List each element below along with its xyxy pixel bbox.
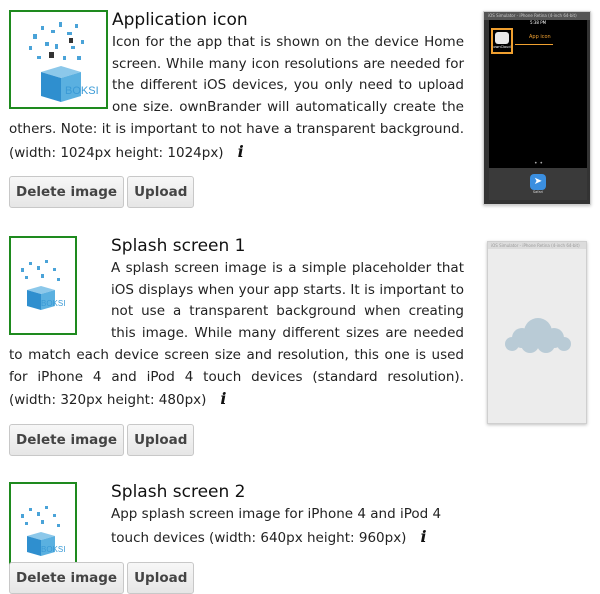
simulator-title-bar: iOS Simulator - iPhone Retina (4-inch 64… — [488, 242, 586, 249]
callout-label: App icon — [529, 34, 551, 40]
upload-button[interactable]: Upload — [127, 424, 195, 456]
splash-1-thumbnail: BOKSI — [9, 236, 77, 335]
delete-image-button[interactable]: Delete image — [9, 176, 125, 208]
app-icon-actions: Delete image Upload — [9, 176, 197, 208]
section-description-text: App splash screen image for iPhone 4 and… — [111, 506, 442, 546]
delete-image-button[interactable]: Delete image — [9, 562, 125, 594]
thumb-brand-text: BOKSI — [65, 85, 99, 97]
upload-button[interactable]: Upload — [127, 176, 195, 208]
thumb-brand-text: BOKSI — [41, 299, 65, 308]
thumb-brand-text: BOKSI — [41, 545, 65, 554]
app-icon-thumbnail: BOKSI — [9, 10, 108, 109]
splash-2-actions: Delete image Upload — [9, 562, 197, 594]
section-description-text: A splash screen image is a simple placeh… — [9, 260, 464, 409]
section-title: Splash screen 2 — [111, 482, 246, 502]
upload-button[interactable]: Upload — [127, 562, 195, 594]
app-icon-text-block: BOKSI Application icon Icon for the app … — [9, 10, 464, 164]
simulator-title-bar: iOS Simulator - iPhone Retina (4-inch 64… — [484, 12, 590, 20]
app-icon-highlight: ownCloud — [491, 28, 513, 54]
delete-image-button[interactable]: Delete image — [9, 424, 125, 456]
safari-icon: ➤ — [530, 174, 546, 190]
splash-1-preview: iOS Simulator - iPhone Retina (4-inch 64… — [487, 241, 587, 424]
section-description: App splash screen image for iPhone 4 and… — [9, 504, 479, 549]
callout-arrow — [515, 44, 553, 45]
dock: ➤ Safari — [489, 168, 587, 200]
cloud-logo-icon — [505, 318, 571, 353]
app-icon-preview: iOS Simulator - iPhone Retina (4-inch 64… — [483, 11, 591, 205]
splash-1-actions: Delete image Upload — [9, 424, 197, 456]
section-title: Splash screen 1 — [111, 236, 246, 256]
info-icon[interactable]: i — [238, 142, 244, 161]
info-icon[interactable]: i — [220, 389, 226, 408]
phone-screen: 5:38 PM ownCloud App icon • • ➤ Safari — [489, 20, 587, 200]
phone-time: 5:38 PM — [529, 20, 547, 25]
dock-label: Safari — [532, 190, 544, 194]
owncloud-app-icon — [495, 32, 509, 44]
app-label: ownCloud — [493, 45, 511, 49]
page-dots: • • — [534, 160, 543, 167]
splash-1-text-block: BOKSI Splash screen 1 A splash screen im… — [9, 236, 464, 412]
section-description: A splash screen image is a simple placeh… — [9, 258, 464, 412]
info-icon[interactable]: i — [420, 527, 426, 546]
